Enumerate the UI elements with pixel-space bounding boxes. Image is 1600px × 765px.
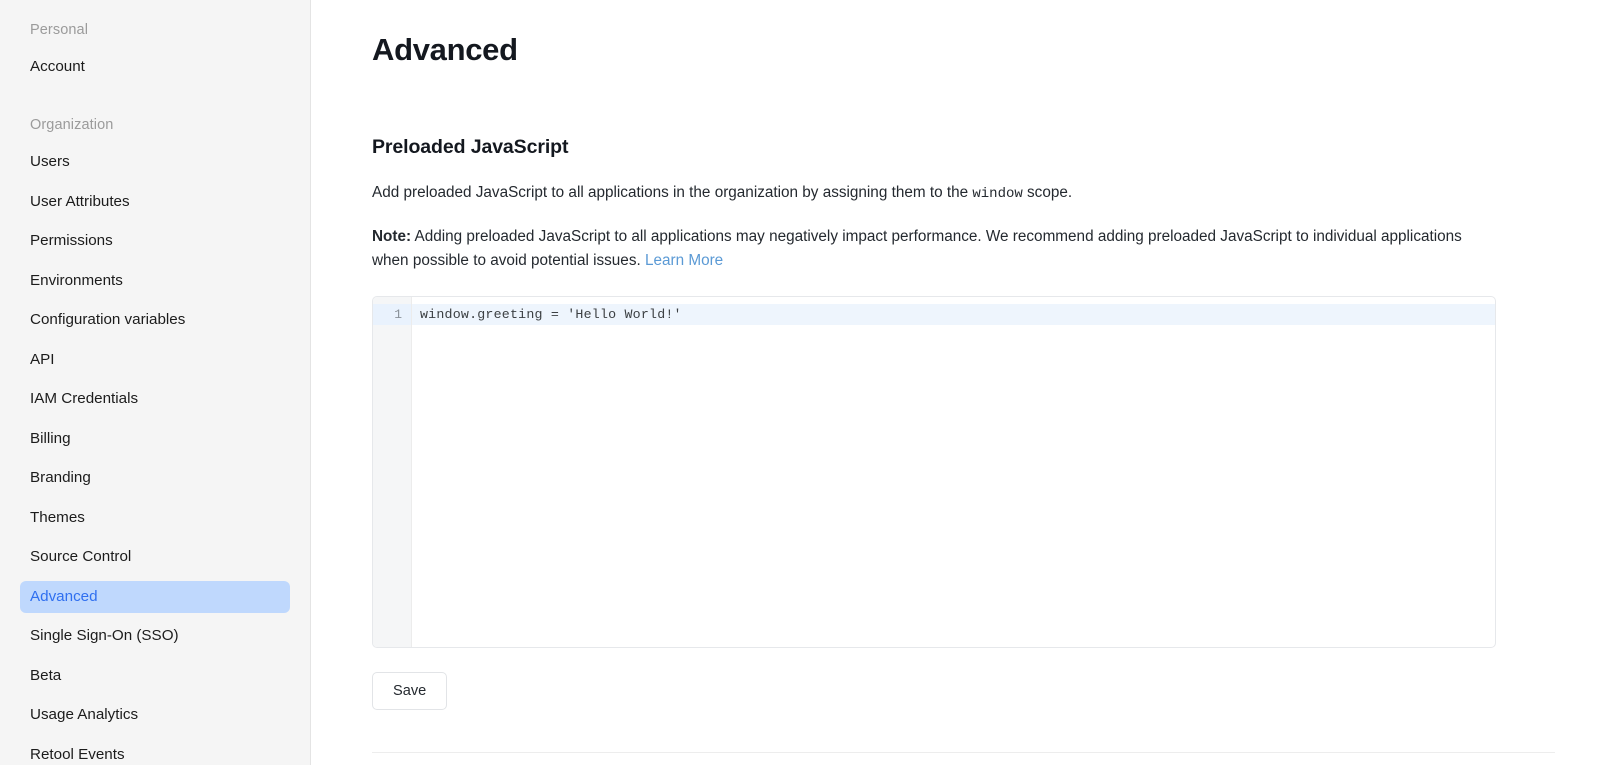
sidebar-item-branding[interactable]: Branding	[20, 462, 290, 494]
sidebar-item-user-attributes[interactable]: User Attributes	[20, 186, 290, 218]
sidebar-item-users[interactable]: Users	[20, 146, 290, 178]
sidebar-item-usage-analytics[interactable]: Usage Analytics	[20, 699, 290, 731]
sidebar-item-beta[interactable]: Beta	[20, 660, 290, 692]
main-content: Advanced Preloaded JavaScript Add preloa…	[311, 0, 1600, 765]
preloaded-javascript-section: Preloaded JavaScript Add preloaded JavaS…	[372, 135, 1600, 710]
sidebar-item-themes[interactable]: Themes	[20, 502, 290, 534]
section-title: Preloaded JavaScript	[372, 136, 569, 158]
note-text: Adding preloaded JavaScript to all appli…	[372, 228, 1462, 269]
section-description: Add preloaded JavaScript to all applicat…	[372, 181, 1492, 206]
sidebar-item-single-sign-on[interactable]: Single Sign-On (SSO)	[20, 620, 290, 652]
note-label: Note:	[372, 228, 412, 245]
window-scope-code: window	[972, 186, 1023, 202]
sidebar-group-label-personal: Personal	[30, 22, 89, 38]
description-suffix: scope.	[1022, 184, 1073, 201]
sidebar-item-account[interactable]: Account	[20, 51, 290, 83]
editor-line-number: 1	[373, 304, 411, 325]
description-prefix: Add preloaded JavaScript to all applicat…	[372, 184, 973, 201]
page-title: Advanced	[372, 32, 518, 67]
sidebar-item-api[interactable]: API	[20, 344, 290, 376]
save-button[interactable]: Save	[372, 672, 448, 710]
editor-code-line[interactable]: window.greeting = 'Hello World!'	[412, 304, 1495, 325]
sidebar-item-billing[interactable]: Billing	[20, 423, 290, 455]
section-note: Note: Adding preloaded JavaScript to all…	[372, 225, 1492, 273]
sidebar-item-advanced[interactable]: Advanced	[20, 580, 290, 613]
sidebar-item-retool-events[interactable]: Retool Events	[20, 739, 290, 765]
sidebar-group-organization: Organization Users User Attributes Permi…	[20, 117, 290, 765]
sidebar-group-label-organization: Organization	[30, 117, 114, 133]
preloaded-javascript-editor[interactable]: 1 window.greeting = 'Hello World!'	[372, 296, 1496, 648]
sidebar-item-environments[interactable]: Environments	[20, 265, 290, 297]
settings-page: Personal Account Organization Users User…	[0, 0, 1600, 765]
learn-more-link[interactable]: Learn More	[645, 252, 723, 269]
settings-sidebar: Personal Account Organization Users User…	[0, 0, 311, 765]
editor-code-area[interactable]: window.greeting = 'Hello World!'	[412, 297, 1495, 647]
sidebar-group-personal: Personal Account	[20, 22, 290, 83]
sidebar-item-permissions[interactable]: Permissions	[20, 225, 290, 257]
sidebar-item-iam-credentials[interactable]: IAM Credentials	[20, 383, 290, 415]
editor-gutter: 1	[373, 297, 412, 647]
sidebar-item-configuration-variables[interactable]: Configuration variables	[20, 304, 290, 336]
sidebar-item-source-control[interactable]: Source Control	[20, 541, 290, 573]
section-divider	[372, 752, 1555, 753]
